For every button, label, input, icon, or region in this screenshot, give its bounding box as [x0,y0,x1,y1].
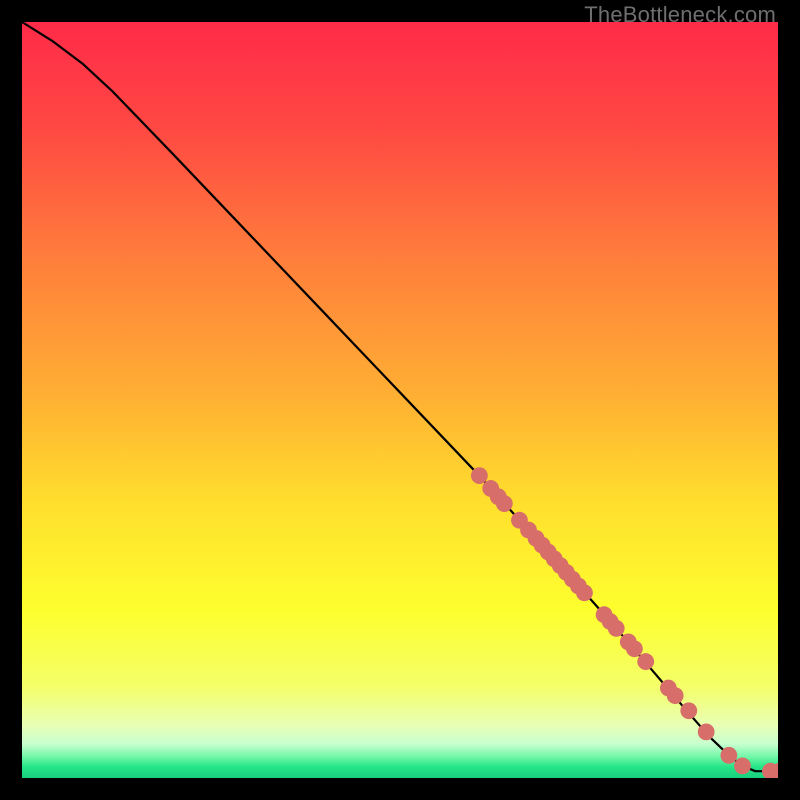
chart-frame [22,22,778,778]
scatter-point [637,653,654,670]
chart-svg [22,22,778,778]
scatter-point [496,495,513,512]
scatter-point [720,747,737,764]
watermark-text: TheBottleneck.com [584,2,776,28]
chart-background [22,22,778,778]
scatter-point [608,620,625,637]
scatter-point [576,584,593,601]
scatter-point [626,640,643,657]
scatter-point [667,687,684,704]
scatter-point [734,758,751,775]
scatter-point [471,467,488,484]
scatter-point [698,723,715,740]
scatter-point [680,702,697,719]
